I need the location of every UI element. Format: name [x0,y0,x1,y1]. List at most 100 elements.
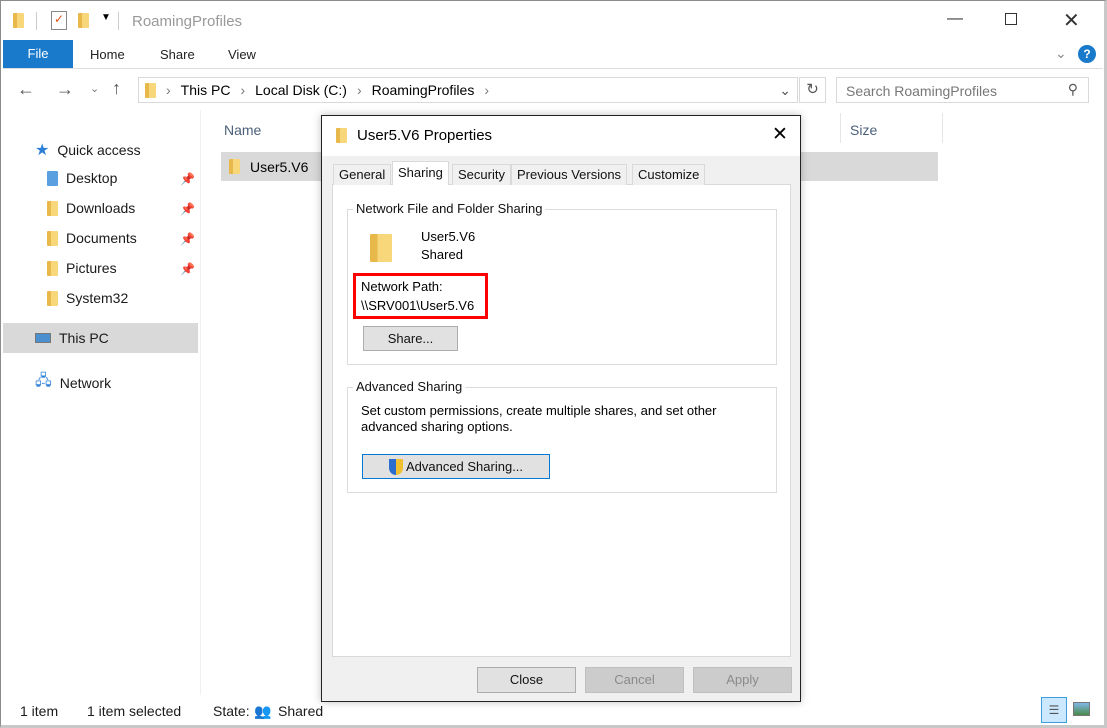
folder-icon [145,82,156,98]
properties-dialog: User5.V6 Properties ✕ General Sharing Se… [321,115,801,702]
tab-previous-versions[interactable]: Previous Versions [511,164,628,185]
tab-file[interactable]: File [3,40,73,68]
divider [200,110,201,695]
refresh-button[interactable]: ↻ [799,77,826,103]
breadcrumb-local-disk[interactable]: Local Disk (C:) [255,82,347,98]
shared-users-icon: 👥 [254,703,272,719]
tab-sharing[interactable]: Sharing [392,161,449,185]
file-name: User5.V6 [250,158,309,175]
forward-button[interactable]: → [56,79,74,100]
search-placeholder: Search RoamingProfiles [846,83,997,99]
group-label: Advanced Sharing [353,379,466,394]
folder-icon [47,170,58,186]
large-icons-view-button[interactable] [1073,702,1090,716]
column-divider[interactable] [840,113,841,143]
window-title: RoamingProfiles [132,13,243,30]
maximize-button[interactable] [1005,13,1017,25]
minimize-button[interactable]: — [947,10,963,28]
chevron-right-icon[interactable]: › [240,82,245,98]
folder-icon [229,159,240,174]
sidebar-item-label: Quick access [57,142,141,158]
download-folder-icon [47,200,58,216]
folder-icon [13,13,24,28]
folder-icon [47,290,58,306]
sidebar-item-label: Network [59,374,112,391]
column-header-size[interactable]: Size [850,122,877,138]
address-bar[interactable]: › This PC › Local Disk (C:) › RoamingPro… [138,77,798,103]
chevron-right-icon[interactable]: › [484,82,489,98]
column-divider[interactable] [942,113,943,143]
pin-icon[interactable]: 📌 [180,202,195,216]
tab-security[interactable]: Security [452,164,511,185]
tab-home[interactable]: Home [90,47,125,62]
address-dropdown-icon[interactable]: ⌄ [779,82,791,99]
advanced-description: Set custom permissions, create multiple … [361,403,717,418]
apply-button[interactable]: Apply [693,667,792,693]
new-folder-icon[interactable] [78,13,89,28]
cancel-button[interactable]: Cancel [585,667,684,693]
close-window-button[interactable]: ✕ [1063,8,1080,33]
search-icon: ⚲ [1067,81,1078,97]
sidebar-item-label: This PC [59,330,109,346]
item-count: 1 item [20,703,59,719]
pin-icon[interactable]: 📌 [180,262,195,276]
share-button[interactable]: Share... [363,326,458,351]
network-path-value: \\SRV001\User5.V6 [361,298,475,313]
advanced-sharing-button[interactable]: Advanced Sharing... [362,454,550,479]
tab-customize[interactable]: Customize [632,164,706,185]
pin-icon[interactable]: 📌 [180,232,195,246]
selected-count: 1 item selected [87,703,182,719]
sidebar-item-desktop[interactable]: Desktop [47,170,117,186]
folder-icon [336,128,347,143]
breadcrumb-this-pc[interactable]: This PC [181,82,231,98]
sidebar-item-label: Downloads [66,200,136,216]
shield-icon [388,458,403,475]
back-button[interactable]: ← [17,79,35,100]
sidebar-item-label: Documents [66,230,137,246]
folder-icon [370,234,392,262]
chevron-right-icon[interactable]: › [357,82,362,98]
column-header-name[interactable]: Name [224,122,261,138]
tab-view[interactable]: View [228,47,256,62]
sidebar-item-label: Desktop [66,170,118,186]
sidebar-item-label: Pictures [66,260,117,276]
share-status: Shared [421,247,463,262]
sidebar-item-label: System32 [66,290,129,306]
divider [3,68,1103,69]
recent-locations-icon[interactable]: ⌄ [90,82,99,95]
help-icon[interactable]: ? [1078,45,1096,63]
tab-general[interactable]: General [333,164,392,185]
sidebar-item-network[interactable]: 🖧 Network [35,370,111,395]
properties-icon[interactable]: ✓ [51,11,67,30]
sidebar-item-system32[interactable]: System32 [47,290,128,306]
expand-ribbon-icon[interactable]: ⌄ [1055,45,1067,62]
computer-icon [35,333,51,343]
sidebar-item-downloads[interactable]: Downloads [47,200,135,216]
sidebar-item-documents[interactable]: Documents [47,230,137,246]
star-icon: ★ [35,142,50,159]
dialog-title: User5.V6 Properties [357,127,493,144]
customize-toolbar-icon[interactable]: ▼ [101,12,111,23]
divider [36,12,37,30]
breadcrumb-roamingprofiles[interactable]: RoamingProfiles [372,82,475,98]
state-label: State: [213,703,250,719]
search-input[interactable]: Search RoamingProfiles ⚲ [836,77,1089,103]
advanced-description: advanced sharing options. [361,419,513,434]
sidebar-item-quick-access[interactable]: ★ Quick access [35,140,141,160]
network-path-label: Network Path: [361,279,443,294]
share-name: User5.V6 [421,229,476,244]
up-button[interactable]: ↑ [112,78,121,99]
close-button[interactable]: Close [477,667,576,693]
sidebar-item-pictures[interactable]: Pictures [47,260,117,276]
sidebar-item-this-pc[interactable]: This PC [35,330,109,346]
group-label: Network File and Folder Sharing [353,201,546,216]
documents-icon [47,230,58,246]
pictures-icon [47,260,58,276]
tab-share[interactable]: Share [160,47,195,62]
chevron-right-icon[interactable]: › [166,82,171,98]
close-dialog-button[interactable]: ✕ [772,123,788,146]
pin-icon[interactable]: 📌 [180,172,195,186]
details-view-button[interactable]: ☰ [1041,697,1067,723]
network-icon: 🖧 [35,372,52,389]
divider [118,12,119,30]
